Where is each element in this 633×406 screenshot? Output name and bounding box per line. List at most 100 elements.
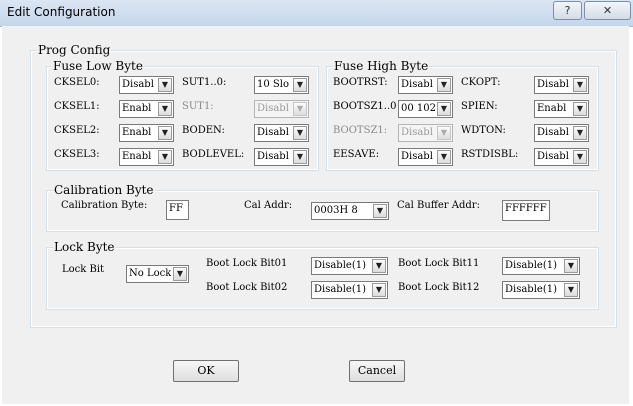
cksel0-label: CKSEL0: — [54, 77, 100, 88]
dropdown-arrow-icon: ▼ — [293, 150, 307, 164]
cal-addr-label: Cal Addr: — [244, 200, 293, 211]
calibration-byte-field[interactable]: FF — [166, 200, 189, 220]
dropdown-arrow-icon: ▼ — [564, 259, 578, 273]
ckopt-label: CKOPT: — [461, 77, 501, 88]
dropdown-arrow-icon: ▼ — [293, 78, 307, 92]
dropdown-arrow-icon: ▼ — [573, 126, 587, 140]
dropdown-arrow-icon: ▼ — [573, 150, 587, 164]
boot-lock-bit01-value: Disable(1) — [314, 260, 366, 271]
boot-lock-bit11-value: Disable(1) — [505, 260, 557, 271]
ckopt-select[interactable]: Disabl ▼ — [534, 76, 589, 94]
cksel1-label: CKSEL1: — [54, 101, 100, 112]
boden-value: Disabl — [257, 127, 289, 138]
cal-addr-select[interactable]: 0003H 8 ▼ — [311, 202, 389, 220]
help-button[interactable]: ? — [553, 1, 582, 20]
boot-lock-bit12-label: Boot Lock Bit12 — [398, 282, 480, 293]
boot-lock-bit02-label: Boot Lock Bit02 — [206, 282, 288, 293]
cksel0-select[interactable]: Disabl ▼ — [119, 76, 174, 94]
bodlevel-value: Disabl — [257, 151, 289, 162]
cal-buffer-addr-field[interactable]: FFFFFF — [502, 200, 550, 221]
boot-lock-bit11-select[interactable]: Disable(1) ▼ — [502, 257, 580, 275]
fuse-low-title: Fuse Low Byte — [52, 59, 144, 73]
sut1-value: Disabl — [257, 103, 289, 114]
rstdisbl-select[interactable]: Disabl ▼ — [534, 148, 589, 166]
dropdown-arrow-icon: ▼ — [293, 126, 307, 140]
title-bar: Edit Configuration ? ✕ — [0, 0, 633, 27]
calibration-byte-label: Calibration Byte: — [61, 200, 148, 211]
close-icon: ✕ — [602, 4, 613, 17]
cksel3-value: Enabl — [122, 151, 152, 162]
rstdisbl-value: Disabl — [537, 151, 569, 162]
wdton-value: Disabl — [537, 127, 569, 138]
spien-value: Enabl — [537, 103, 567, 114]
ckopt-value: Disabl — [537, 79, 569, 90]
cksel3-select[interactable]: Enabl ▼ — [119, 148, 174, 166]
boot-lock-bit01-label: Boot Lock Bit01 — [206, 258, 288, 269]
lock-bit-label: Lock Bit — [62, 264, 105, 275]
bootrst-select[interactable]: Disabl ▼ — [398, 76, 453, 94]
sut1-label: SUT1: — [182, 101, 214, 112]
help-icon: ? — [564, 4, 571, 17]
fuse-high-title: Fuse High Byte — [333, 59, 430, 73]
bootsz1-label: BOOTSZ1: — [333, 125, 388, 136]
spien-label: SPIEN: — [461, 101, 498, 112]
eesave-label: EESAVE: — [333, 149, 380, 160]
sut10-value: 10 Slo — [257, 79, 289, 90]
bootsz10-label: BOOTSZ1..0 — [333, 101, 397, 112]
boden-select[interactable]: Disabl ▼ — [254, 124, 309, 142]
spien-select[interactable]: Enabl ▼ — [534, 100, 589, 118]
dropdown-arrow-icon: ▼ — [158, 78, 172, 92]
dropdown-arrow-icon: ▼ — [372, 283, 386, 297]
cksel0-value: Disabl — [122, 79, 154, 90]
boot-lock-bit01-select[interactable]: Disable(1) ▼ — [311, 257, 388, 275]
lock-bit-value: No Lock — [129, 268, 171, 279]
cksel3-label: CKSEL3: — [54, 149, 100, 160]
dropdown-arrow-icon: ▼ — [437, 102, 451, 116]
boot-lock-bit12-value: Disable(1) — [505, 284, 557, 295]
dropdown-arrow-icon: ▼ — [158, 102, 172, 116]
sut10-label: SUT1..0: — [182, 77, 227, 88]
bootsz10-value: 00 102 — [401, 103, 435, 114]
cksel2-value: Enabl — [122, 127, 152, 138]
cal-addr-value: 0003H 8 — [314, 205, 358, 216]
dropdown-arrow-icon: ▼ — [573, 102, 587, 116]
boot-lock-bit02-select[interactable]: Disable(1) ▼ — [311, 281, 388, 299]
boot-lock-bit12-select[interactable]: Disable(1) ▼ — [502, 281, 580, 299]
eesave-select[interactable]: Disabl ▼ — [398, 148, 453, 166]
dropdown-arrow-icon: ▼ — [437, 78, 451, 92]
dropdown-arrow-icon: ▼ — [158, 150, 172, 164]
dropdown-arrow-icon: ▼ — [293, 102, 307, 116]
bootsz1-value: Disabl — [401, 127, 433, 138]
rstdisbl-label: RSTDISBL: — [461, 149, 519, 160]
cancel-button[interactable]: Cancel — [349, 360, 405, 382]
bootrst-label: BOOTRST: — [333, 77, 388, 88]
close-button[interactable]: ✕ — [584, 1, 631, 20]
cksel2-label: CKSEL2: — [54, 125, 100, 136]
calibration-title: Calibration Byte — [53, 183, 155, 197]
cksel1-value: Enabl — [122, 103, 152, 114]
bodlevel-select[interactable]: Disabl ▼ — [254, 148, 309, 166]
boot-lock-bit11-label: Boot Lock Bit11 — [398, 258, 480, 269]
bootsz1-select[interactable]: Disabl ▼ — [398, 124, 453, 142]
dropdown-arrow-icon: ▼ — [158, 126, 172, 140]
ok-button[interactable]: OK — [173, 360, 239, 382]
cal-buffer-addr-label: Cal Buffer Addr: — [397, 200, 480, 211]
cksel2-select[interactable]: Enabl ▼ — [119, 124, 174, 142]
cksel1-select[interactable]: Enabl ▼ — [119, 100, 174, 118]
dropdown-arrow-icon: ▼ — [564, 283, 578, 297]
lock-byte-title: Lock Byte — [53, 240, 116, 254]
bootsz10-select[interactable]: 00 102 ▼ — [398, 100, 453, 118]
boden-label: BODEN: — [182, 125, 225, 136]
bootrst-value: Disabl — [401, 79, 433, 90]
wdton-label: WDTON: — [461, 125, 506, 136]
dropdown-arrow-icon: ▼ — [173, 267, 187, 281]
dialog-body: Prog Config Fuse Low Byte CKSEL0: Disabl… — [2, 26, 629, 404]
sut10-select[interactable]: 10 Slo ▼ — [254, 76, 309, 94]
window-title: Edit Configuration — [7, 5, 116, 19]
eesave-value: Disabl — [401, 151, 433, 162]
wdton-select[interactable]: Disabl ▼ — [534, 124, 589, 142]
sut1-select[interactable]: Disabl ▼ — [254, 100, 309, 118]
dropdown-arrow-icon: ▼ — [372, 259, 386, 273]
lock-bit-select[interactable]: No Lock ▼ — [126, 265, 189, 283]
bodlevel-label: BODLEVEL: — [182, 149, 245, 160]
